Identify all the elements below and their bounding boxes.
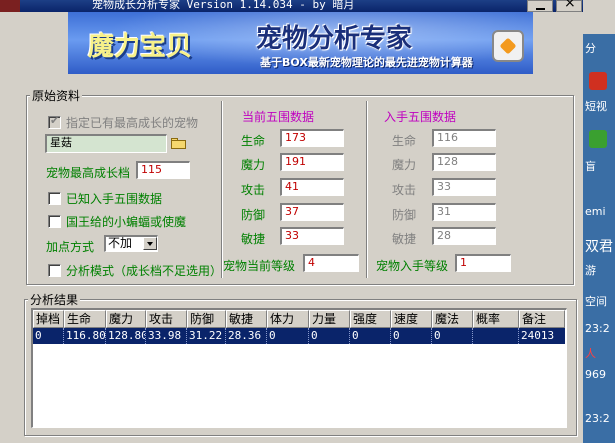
table-cell: 31.22 <box>187 328 226 344</box>
king-bat-label: 国王给的小蝙蝠或使魔 <box>66 215 187 229</box>
analysis-mode-label: 分析模式（成长档不足选用） <box>66 264 223 278</box>
obtained-stat-label: 生命 <box>392 134 417 148</box>
desktop-background: 分 短视 盲 emi 双君 游 空间 23:2 人 969 23:2 <box>583 0 615 443</box>
column-header[interactable]: 概率 <box>473 310 519 328</box>
table-cell: 0 <box>309 328 350 344</box>
king-bat-checkbox[interactable] <box>48 215 61 228</box>
analysis-mode-checkbox[interactable] <box>48 264 61 277</box>
banner-subtitle: 基于BOX最新宠物理论的最先进宠物计算器 <box>260 56 473 69</box>
obtained-stat-label: 魔力 <box>392 158 417 172</box>
max-growth-label: 宠物最高成长档 <box>46 166 131 180</box>
table-cell: 0 <box>350 328 391 344</box>
minimize-button[interactable] <box>527 0 553 12</box>
column-header[interactable]: 力量 <box>309 310 350 328</box>
app-shortcut-icon[interactable] <box>589 72 607 90</box>
add-points-value: 不加 <box>108 236 133 250</box>
column-header[interactable]: 敏捷 <box>226 310 267 328</box>
current-hp-input[interactable]: 173 <box>280 129 344 147</box>
current-stat-label: 敏捷 <box>241 232 266 246</box>
desktop-text: 双君 <box>585 239 613 255</box>
max-growth-input[interactable]: 115 <box>136 161 190 179</box>
divider <box>366 101 367 278</box>
column-header[interactable]: 速度 <box>391 310 432 328</box>
obtained-stat-label: 攻击 <box>392 183 417 197</box>
table-cell: 0 <box>391 328 432 344</box>
current-stats-header: 当前五围数据 <box>242 110 315 124</box>
column-header[interactable]: 强度 <box>350 310 391 328</box>
desktop-text: 23:2 <box>585 412 610 425</box>
window-title: 宠物成长分析专家 Version 1.14.034 - by 暗月 <box>92 0 355 11</box>
current-def-input[interactable]: 37 <box>280 203 344 221</box>
box-icon <box>492 30 524 62</box>
desktop-text: 分 <box>585 42 596 55</box>
chevron-down-icon[interactable] <box>143 237 157 250</box>
column-header[interactable]: 防御 <box>187 310 226 328</box>
results-legend: 分析结果 <box>28 291 81 308</box>
current-agi-input[interactable]: 33 <box>280 227 344 245</box>
obtained-level-input[interactable]: 1 <box>455 254 511 272</box>
obtained-atk-input[interactable]: 33 <box>432 178 496 196</box>
desktop-text: 空间 <box>585 295 607 308</box>
divider <box>221 101 222 278</box>
folder-open-icon[interactable] <box>171 137 187 149</box>
current-atk-input[interactable]: 41 <box>280 178 344 196</box>
column-header[interactable]: 生命 <box>64 310 106 328</box>
table-cell: 0 <box>267 328 309 344</box>
table-cell: 0 <box>33 328 64 344</box>
app-window: 宠物成长分析专家 Version 1.14.034 - by 暗月 魔力宝贝 宠… <box>0 0 583 443</box>
desktop-text: 23:2 <box>585 322 610 335</box>
current-level-label: 宠物当前等级 <box>223 259 296 273</box>
title-bar[interactable]: 宠物成长分析专家 Version 1.14.034 - by 暗月 <box>0 0 583 12</box>
results-table[interactable]: 掉档 生命 魔力 攻击 防御 敏捷 体力 力量 强度 速度 魔法 概率 备注 0… <box>31 308 567 428</box>
pet-name-field[interactable]: 星菇 <box>45 134 167 153</box>
desktop-text: 短视 <box>585 100 607 113</box>
table-cell <box>473 328 519 344</box>
obtained-agi-input[interactable]: 28 <box>432 227 496 245</box>
obtained-stat-label: 敏捷 <box>392 232 417 246</box>
table-cell: 116.80 <box>66 328 106 344</box>
column-header[interactable]: 备注 <box>519 310 565 328</box>
current-stat-label: 攻击 <box>241 183 266 197</box>
current-level-input[interactable]: 4 <box>303 254 359 272</box>
specify-pet-label: 指定已有最高成长的宠物 <box>66 116 199 130</box>
desktop-text: 盲 <box>585 160 596 173</box>
table-cell: 28.36 <box>226 328 267 344</box>
add-points-label: 加点方式 <box>46 240 95 254</box>
column-header[interactable]: 魔力 <box>106 310 146 328</box>
banner-title: 宠物分析专家 <box>256 24 413 54</box>
current-stat-label: 魔力 <box>241 158 266 172</box>
obtained-def-input[interactable]: 31 <box>432 203 496 221</box>
column-header[interactable]: 体力 <box>267 310 309 328</box>
obtained-stats-header: 入手五围数据 <box>384 110 457 124</box>
table-cell: 33.98 <box>146 328 187 344</box>
close-button[interactable] <box>556 0 582 12</box>
brand-logo: 魔力宝贝 <box>88 32 193 62</box>
obtained-stat-label: 防御 <box>392 208 417 222</box>
obtained-hp-input[interactable]: 116 <box>432 129 496 147</box>
banner: 魔力宝贝 宠物分析专家 基于BOX最新宠物理论的最先进宠物计算器 <box>68 12 533 74</box>
known-stats-label: 已知入手五围数据 <box>66 192 163 206</box>
current-stat-label: 防御 <box>241 208 266 222</box>
table-cell: 24013 <box>521 329 555 342</box>
app-shortcut-icon[interactable] <box>589 130 607 148</box>
known-stats-checkbox[interactable] <box>48 192 61 205</box>
table-cell: 128.80 <box>108 328 146 344</box>
current-mp-input[interactable]: 191 <box>280 153 344 171</box>
column-header[interactable]: 魔法 <box>432 310 473 328</box>
desktop-text: 969 <box>585 368 606 381</box>
obtained-level-label: 宠物入手等级 <box>376 259 449 273</box>
specify-pet-checkbox[interactable] <box>48 114 61 129</box>
current-stat-label: 生命 <box>241 134 266 148</box>
app-icon <box>0 0 20 12</box>
add-points-select[interactable]: 不加 <box>104 235 158 252</box>
desktop-text: emi <box>585 205 606 218</box>
desktop-text: 游 <box>585 264 596 277</box>
column-header[interactable]: 掉档 <box>33 310 64 328</box>
table-cell: 0 <box>432 328 473 344</box>
raw-data-legend: 原始资料 <box>30 87 83 104</box>
obtained-mp-input[interactable]: 128 <box>432 153 496 171</box>
column-header[interactable]: 攻击 <box>146 310 187 328</box>
desktop-text: 人 <box>585 347 596 360</box>
